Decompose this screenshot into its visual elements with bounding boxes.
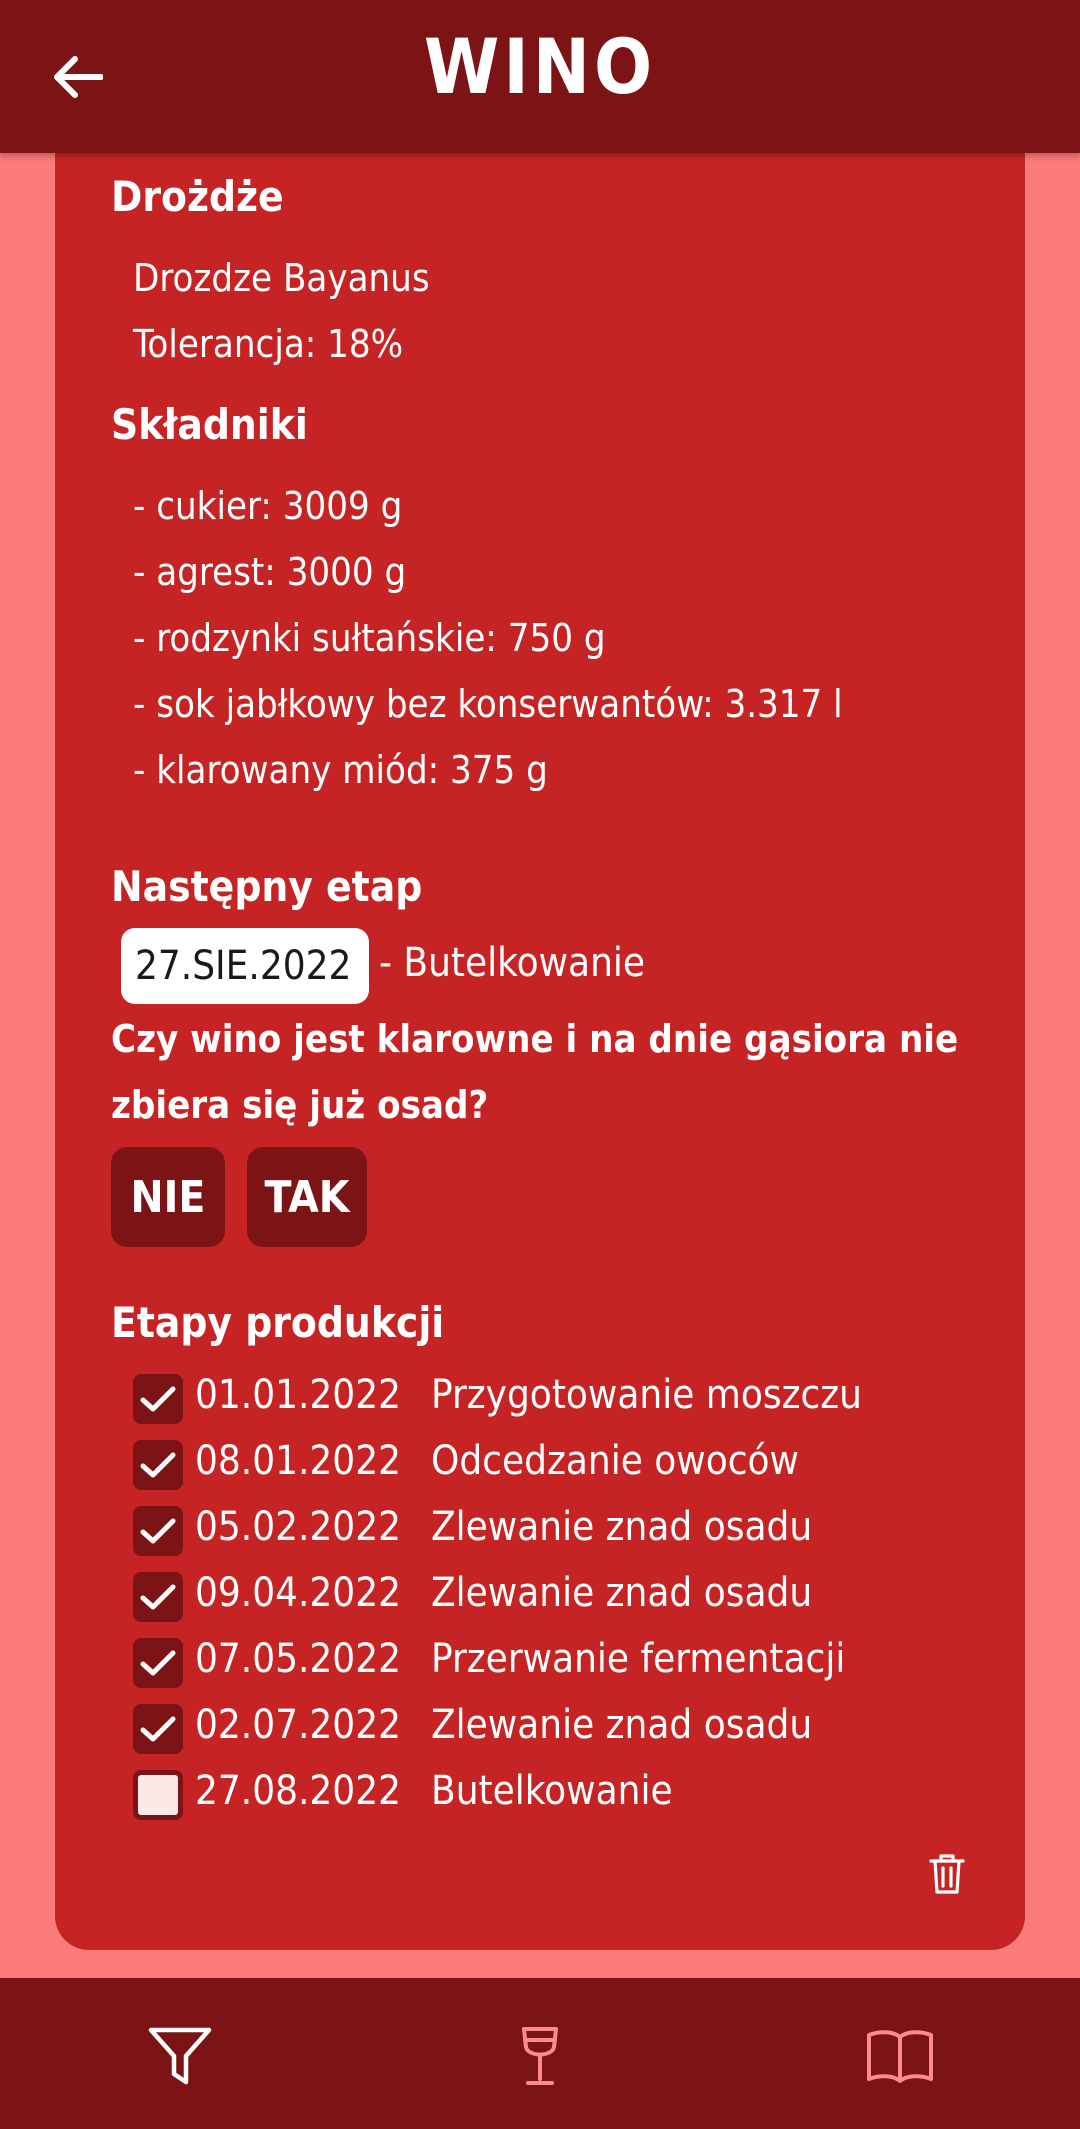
- stage-checkbox[interactable]: [133, 1374, 183, 1424]
- ingredients-heading: Składniki: [111, 400, 308, 449]
- stage-row: 07.05.2022 Przerwanie fermentacji: [133, 1636, 933, 1692]
- stage-name: Butelkowanie: [431, 1768, 673, 1814]
- wine-detail-card: Drożdże Drozdze Bayanus Tolerancja: 18% …: [55, 120, 1025, 1950]
- next-step-label: - Butelkowanie: [379, 940, 646, 986]
- filter-icon: [148, 2027, 212, 2085]
- check-icon: [140, 1716, 176, 1742]
- stage-checkbox-unchecked[interactable]: [133, 1770, 183, 1820]
- top-app-bar: WINO: [0, 0, 1080, 153]
- bottom-navigation: [0, 1978, 1080, 2129]
- stage-row: 09.04.2022 Zlewanie znad osadu: [133, 1570, 933, 1626]
- ingredient-item: - klarowany miód: 375 g: [133, 748, 548, 792]
- nav-book-button[interactable]: [860, 2016, 940, 2096]
- page-title: WINO: [423, 22, 657, 111]
- yeast-name: Drozdze Bayanus: [133, 256, 430, 300]
- check-icon: [140, 1386, 176, 1412]
- ingredient-item: - rodzynki sułtańskie: 750 g: [133, 616, 606, 660]
- stage-row: 02.07.2022 Zlewanie znad osadu: [133, 1702, 933, 1758]
- stage-name: Zlewanie znad osadu: [431, 1504, 813, 1550]
- yeast-heading: Drożdże: [111, 172, 284, 221]
- nav-filter-button[interactable]: [140, 2016, 220, 2096]
- stage-name: Przerwanie fermentacji: [431, 1636, 846, 1682]
- stage-name: Przygotowanie moszczu: [431, 1372, 862, 1418]
- wine-glass-icon: [522, 2027, 558, 2085]
- check-icon: [140, 1650, 176, 1676]
- stage-row: 08.01.2022 Odcedzanie owoców: [133, 1438, 933, 1494]
- stage-checkbox[interactable]: [133, 1572, 183, 1622]
- trash-icon: [929, 1854, 965, 1894]
- check-icon: [140, 1518, 176, 1544]
- next-step-question: Czy wino jest klarowne i na dnie gąsiora…: [111, 1017, 959, 1127]
- yes-button[interactable]: TAK: [247, 1147, 367, 1247]
- stage-name: Odcedzanie owoców: [431, 1438, 799, 1484]
- stage-date: 09.04.2022: [195, 1570, 401, 1616]
- stage-row: 01.01.2022 Przygotowanie moszczu: [133, 1372, 933, 1428]
- stage-checkbox[interactable]: [133, 1440, 183, 1490]
- delete-button[interactable]: [927, 1852, 967, 1896]
- nav-wine-button[interactable]: [500, 2016, 580, 2096]
- book-icon: [867, 2030, 933, 2083]
- stage-date: 07.05.2022: [195, 1636, 401, 1682]
- ingredient-item: - sok jabłkowy bez konserwantów: 3.317 l: [133, 682, 843, 726]
- next-step-date-field[interactable]: 27.SIE.2022: [121, 928, 369, 1004]
- check-icon: [140, 1452, 176, 1478]
- stage-checkbox[interactable]: [133, 1704, 183, 1754]
- stage-date: 01.01.2022: [195, 1372, 401, 1418]
- stages-heading: Etapy produkcji: [111, 1298, 445, 1347]
- stage-row: 27.08.2022 Butelkowanie: [133, 1768, 933, 1824]
- stage-date: 05.02.2022: [195, 1504, 401, 1550]
- stage-date: 02.07.2022: [195, 1702, 401, 1748]
- yeast-tolerance: Tolerancja: 18%: [133, 322, 404, 366]
- stage-checkbox[interactable]: [133, 1638, 183, 1688]
- stage-date: 08.01.2022: [195, 1438, 401, 1484]
- stage-name: Zlewanie znad osadu: [431, 1570, 813, 1616]
- no-button[interactable]: NIE: [111, 1147, 225, 1247]
- stage-checkbox[interactable]: [133, 1506, 183, 1556]
- stage-row: 05.02.2022 Zlewanie znad osadu: [133, 1504, 933, 1560]
- ingredient-item: - agrest: 3000 g: [133, 550, 407, 594]
- stage-name: Zlewanie znad osadu: [431, 1702, 813, 1748]
- next-step-heading: Następny etap: [111, 862, 423, 911]
- app: WINO Drożdże Drozdze Bayanus Tolerancja:…: [0, 0, 1080, 2129]
- ingredient-item: - cukier: 3009 g: [133, 484, 403, 528]
- check-icon: [140, 1584, 176, 1610]
- stage-date: 27.08.2022: [195, 1768, 401, 1814]
